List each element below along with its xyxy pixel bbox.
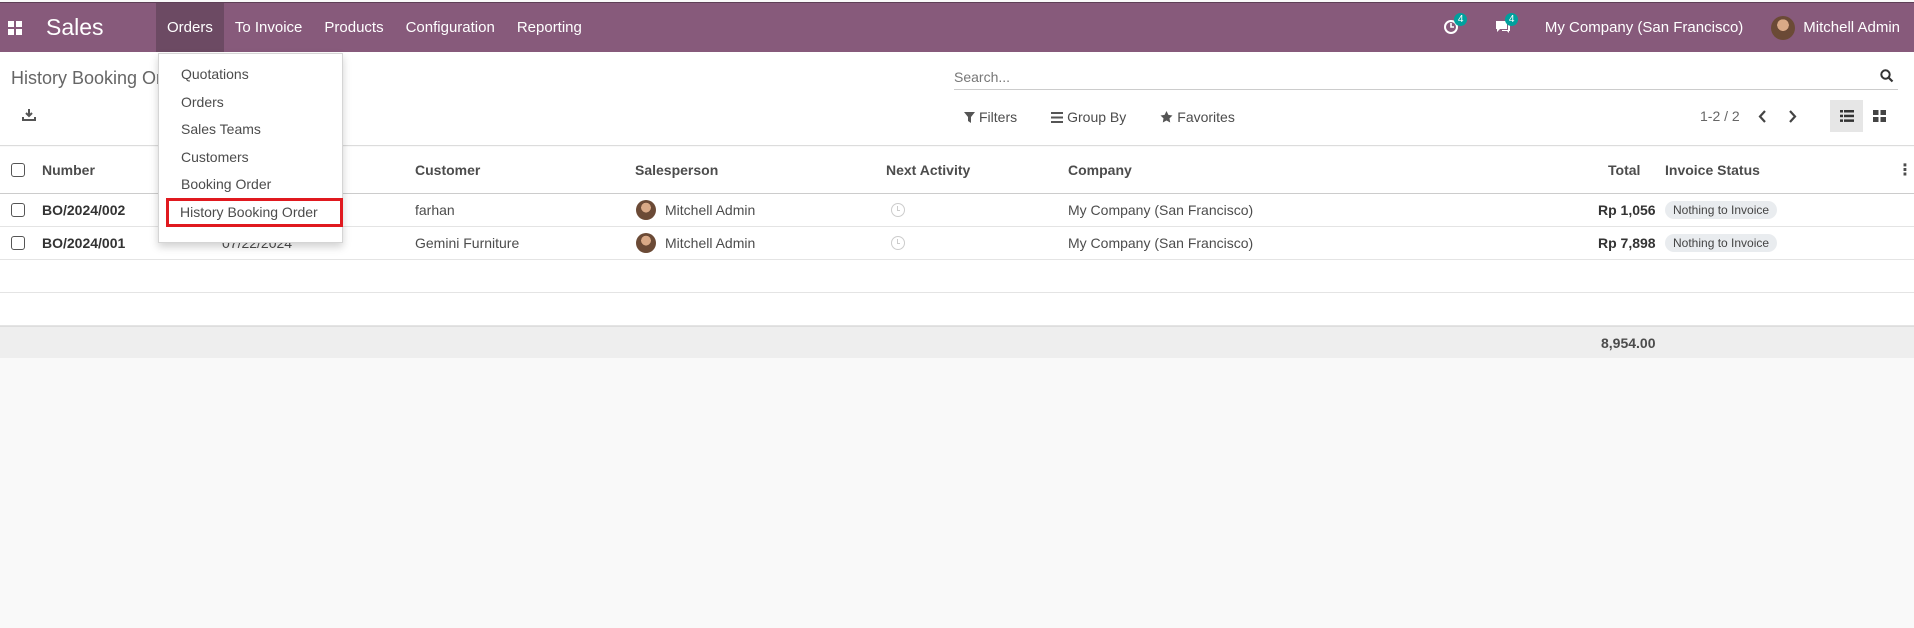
dropdown-item-sales-teams[interactable]: Sales Teams: [159, 116, 342, 144]
order-number: BO/2024/001: [42, 235, 126, 251]
invoice-status-badge: Nothing to Invoice: [1665, 234, 1778, 252]
col-number[interactable]: Number: [42, 147, 95, 193]
pager: 1-2 / 2: [1700, 108, 1800, 124]
filters-label: Filters: [979, 109, 1018, 125]
footer-total: 8,954.00: [1601, 334, 1656, 351]
col-invoice-status[interactable]: Invoice Status: [1665, 147, 1760, 193]
customer-name: farhan: [415, 202, 455, 218]
menu-orders[interactable]: Orders: [156, 2, 224, 53]
optional-columns-icon[interactable]: ⋮: [1897, 147, 1913, 193]
order-number: BO/2024/002: [42, 202, 126, 218]
filter-icon: [964, 111, 975, 123]
dropdown-item-history-booking-order[interactable]: History Booking Order: [166, 197, 343, 227]
filters-button[interactable]: Filters: [964, 109, 1017, 125]
group-by-icon: [1051, 111, 1064, 123]
main-menu: Orders To Invoice Products Configuration…: [156, 2, 593, 53]
activity-clock-icon[interactable]: [891, 203, 905, 217]
user-menu[interactable]: Mitchell Admin: [1803, 19, 1900, 36]
salesperson-name: Mitchell Admin: [665, 202, 756, 218]
systray: 4 4 My Company (San Francisco) Mitchell …: [1443, 3, 1914, 53]
menu-to-invoice[interactable]: To Invoice: [224, 3, 314, 53]
favorites-label: Favorites: [1177, 109, 1235, 125]
company-switcher[interactable]: My Company (San Francisco): [1545, 19, 1743, 36]
view-switcher: [1830, 100, 1896, 132]
user-avatar[interactable]: [1771, 15, 1796, 40]
customer-name: Gemini Furniture: [415, 235, 520, 251]
favorites-button[interactable]: Favorites: [1160, 109, 1235, 125]
menu-reporting[interactable]: Reporting: [506, 3, 593, 53]
empty-row: [0, 260, 1914, 293]
search-input[interactable]: [954, 66, 1854, 88]
kanban-view-icon[interactable]: [1863, 100, 1896, 132]
company-name: My Company (San Francisco): [1068, 235, 1254, 251]
search-icon[interactable]: [1880, 69, 1894, 86]
col-total[interactable]: Total: [1608, 147, 1640, 193]
star-icon: [1160, 111, 1173, 123]
search-bar: [954, 66, 1898, 90]
col-company[interactable]: Company: [1068, 147, 1132, 193]
pager-value[interactable]: 1-2 / 2: [1700, 108, 1740, 124]
table-footer: 8,954.00: [0, 326, 1914, 358]
app-brand[interactable]: Sales: [46, 14, 156, 41]
salesperson-avatar: [636, 200, 656, 220]
menu-configuration[interactable]: Configuration: [395, 3, 506, 53]
invoice-status-badge: Nothing to Invoice: [1665, 201, 1778, 219]
search-options: Filters Group By Favorites: [964, 109, 1269, 125]
activity-clock-icon[interactable]: [891, 236, 905, 250]
apps-menu-icon[interactable]: [4, 17, 26, 39]
col-next-activity[interactable]: Next Activity: [886, 147, 970, 193]
activity-badge: 4: [1453, 12, 1468, 26]
dropdown-item-quotations[interactable]: Quotations: [159, 61, 342, 89]
salesperson-cell: Mitchell Admin: [636, 194, 755, 226]
dropdown-item-orders[interactable]: Orders: [159, 89, 342, 117]
download-icon[interactable]: [22, 108, 36, 125]
salesperson-name: Mitchell Admin: [665, 235, 756, 251]
salesperson-avatar: [636, 233, 656, 253]
activity-clock-icon[interactable]: 4: [1443, 12, 1468, 37]
col-customer[interactable]: Customer: [415, 147, 480, 193]
order-total: Rp 1,056: [1598, 202, 1656, 218]
group-by-label: Group By: [1067, 109, 1127, 125]
messages-icon[interactable]: 4: [1494, 12, 1519, 37]
dropdown-item-customers[interactable]: Customers: [159, 144, 342, 172]
group-by-button[interactable]: Group By: [1051, 109, 1126, 125]
empty-row: [0, 293, 1914, 326]
salesperson-cell: Mitchell Admin: [636, 227, 755, 259]
top-navbar: Sales Orders To Invoice Products Configu…: [0, 2, 1914, 53]
orders-dropdown-menu: Quotations Orders Sales Teams Customers …: [158, 53, 343, 243]
company-name: My Company (San Francisco): [1068, 202, 1254, 218]
pager-next-icon[interactable]: [1788, 108, 1800, 124]
col-salesperson[interactable]: Salesperson: [635, 147, 718, 193]
order-total: Rp 7,898: [1598, 235, 1656, 251]
messages-badge: 4: [1504, 12, 1519, 26]
dropdown-item-booking-order[interactable]: Booking Order: [159, 171, 342, 199]
row-checkbox[interactable]: [11, 203, 25, 217]
select-all-checkbox[interactable]: [11, 163, 25, 177]
pager-previous-icon[interactable]: [1758, 108, 1770, 124]
menu-products[interactable]: Products: [313, 3, 394, 53]
row-checkbox[interactable]: [11, 236, 25, 250]
list-view-icon[interactable]: [1830, 100, 1863, 132]
